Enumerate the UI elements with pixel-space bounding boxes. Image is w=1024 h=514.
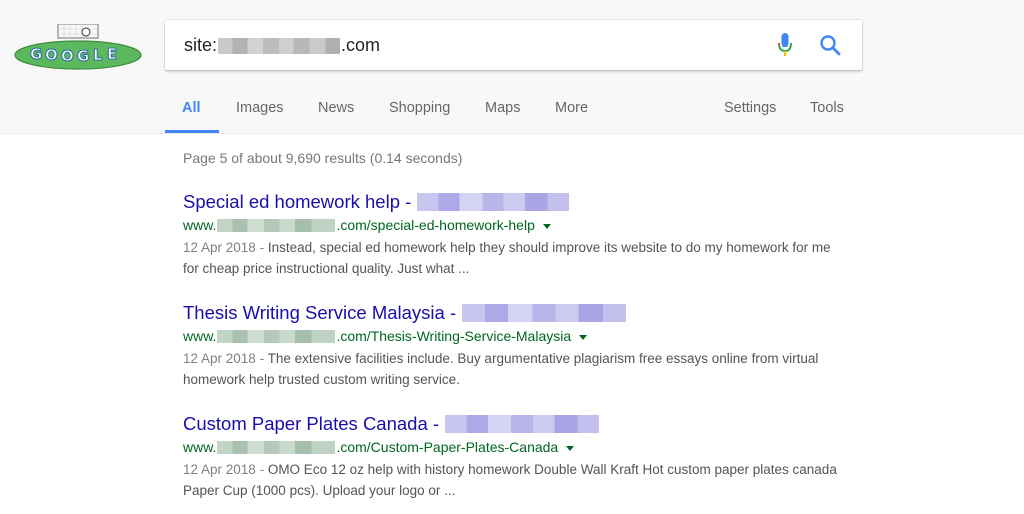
search-result: Special ed homework help - www. .com/spe… [183,191,843,279]
result-title-link[interactable]: Special ed homework help - [183,191,843,213]
result-url: www. .com/Thesis-Writing-Service-Malaysi… [183,327,843,345]
tab-shopping[interactable]: Shopping [389,100,450,116]
tab-tools[interactable]: Tools [810,100,844,116]
search-result: Thesis Writing Service Malaysia - www. .… [183,302,843,390]
url-prefix: www. [183,217,217,233]
tab-images[interactable]: Images [236,100,284,116]
tab-maps[interactable]: Maps [485,100,520,116]
search-result: Custom Paper Plates Canada - www. .com/C… [183,413,843,501]
result-snippet: 12 Apr 2018 - OMO Eco 12 oz help with hi… [183,459,843,501]
svg-text:O: O [61,47,74,65]
query-prefix: site: [184,35,218,55]
dropdown-caret-icon[interactable] [566,445,575,451]
redacted-domain [217,218,336,232]
snippet-text: Instead, special ed homework help they s… [183,240,831,276]
search-input[interactable]: site: .com [184,35,380,56]
redacted-domain [217,440,336,454]
redacted-site-name [462,304,627,322]
tab-news[interactable]: News [318,100,354,116]
tab-settings[interactable]: Settings [724,100,776,116]
url-path: .com/special-ed-homework-help [336,217,535,233]
result-title-link[interactable]: Custom Paper Plates Canada - [183,413,843,435]
tab-all[interactable]: All [182,100,201,116]
result-title-link[interactable]: Thesis Writing Service Malaysia - [183,302,843,324]
result-snippet: 12 Apr 2018 - The extensive facilities i… [183,348,843,390]
redacted-site-name [445,415,600,433]
result-date: 12 Apr 2018 - [183,240,268,255]
snippet-text: OMO Eco 12 oz help with history homework… [183,462,837,498]
tab-more[interactable]: More [555,100,588,116]
result-title[interactable]: Custom Paper Plates Canada - [183,413,439,435]
microphone-icon[interactable] [777,32,793,58]
header: G O O G L E site: .com All Images News S… [0,0,1024,134]
query-suffix: .com [341,35,381,55]
search-box[interactable]: site: .com [165,20,862,70]
result-url: www. .com/Custom-Paper-Plates-Canada [183,438,843,456]
svg-text:O: O [45,46,58,64]
snippet-text: The extensive facilities include. Buy ar… [183,351,819,387]
result-stats: Page 5 of about 9,690 results (0.14 seco… [183,150,463,166]
result-date: 12 Apr 2018 - [183,351,268,366]
svg-text:G: G [77,47,89,65]
active-tab-indicator [165,130,219,133]
search-icon[interactable] [819,34,841,56]
google-doodle-logo[interactable]: G O O G L E [14,24,142,70]
svg-text:G: G [30,45,42,63]
url-path: .com/Thesis-Writing-Service-Malaysia [336,328,572,344]
dropdown-caret-icon[interactable] [579,334,588,340]
redacted-domain [218,37,341,54]
result-date: 12 Apr 2018 - [183,462,268,477]
svg-text:E: E [107,45,117,63]
url-prefix: www. [183,439,217,455]
redacted-site-name [417,193,570,211]
url-path: .com/Custom-Paper-Plates-Canada [336,439,559,455]
result-title[interactable]: Special ed homework help - [183,191,411,213]
result-url: www. .com/special-ed-homework-help [183,216,843,234]
result-title[interactable]: Thesis Writing Service Malaysia - [183,302,456,324]
search-tabs: All Images News Shopping Maps More Setti… [0,88,1024,134]
url-prefix: www. [183,328,217,344]
svg-text:L: L [93,46,103,64]
redacted-domain [217,329,336,343]
dropdown-caret-icon[interactable] [542,223,551,229]
result-snippet: 12 Apr 2018 - Instead, special ed homewo… [183,237,843,279]
